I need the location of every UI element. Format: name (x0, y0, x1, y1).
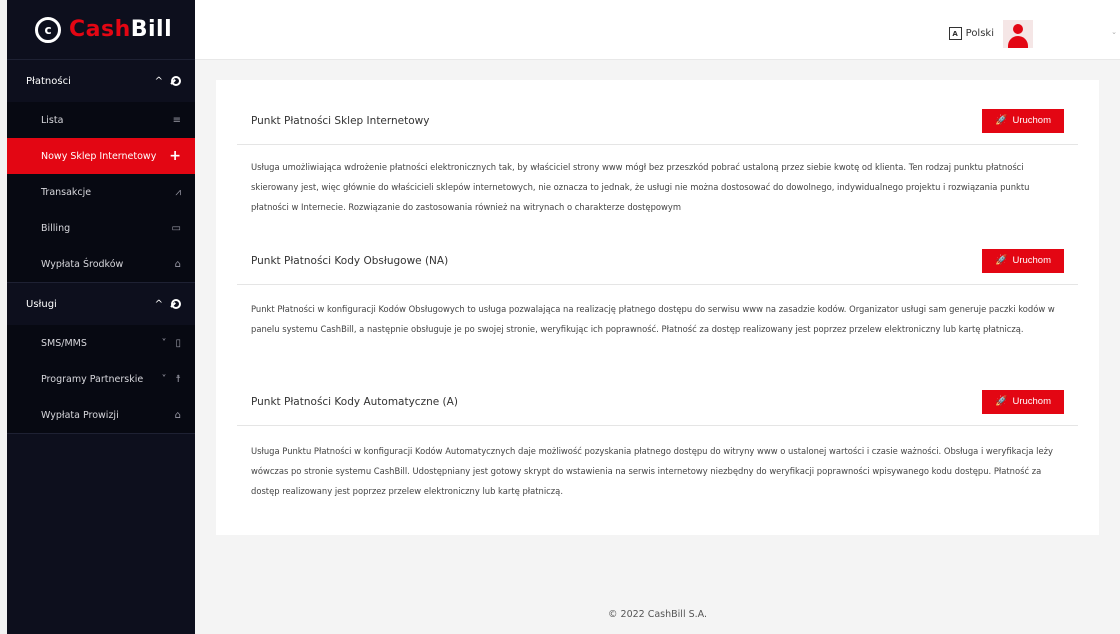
sidebar-item-label: Nowy Sklep Internetowy (41, 150, 157, 162)
avatar[interactable] (1003, 20, 1033, 48)
sidebar-item-label: SMS/MMS (41, 337, 87, 349)
cashbill-logo[interactable]: c CashBill (7, 0, 195, 60)
sidebar-item-label: Transakcje (41, 186, 92, 198)
rocket-icon: 🚀 (995, 396, 1008, 407)
panel-description: Usługa Punktu Płatności w konfiguracji K… (251, 446, 1053, 496)
footer-copyright: © 2022 CashBill S.A. (608, 609, 707, 620)
panel-title: Punkt Płatności Sklep Internetowy (251, 114, 430, 127)
panel-description: Punkt Płatności w konfiguracji Kodów Obs… (251, 304, 1055, 334)
sidebar-item-label: Wypłata Środków (41, 258, 124, 270)
section-services-label: Usługi (26, 298, 57, 310)
collapse-icon[interactable]: ^ (155, 76, 163, 87)
key-icon (171, 76, 181, 86)
plus-icon: + (169, 148, 181, 164)
sidebar-item-withdrawal[interactable]: Wypłata Środków ⌂ (7, 246, 195, 282)
section-services[interactable]: Usługi ^ (7, 283, 195, 325)
section-payments-label: Płatności (26, 75, 71, 87)
run-button[interactable]: 🚀 Uruchom (982, 248, 1064, 273)
person-icon: ☨ (175, 373, 181, 385)
sidebar-item-transactions[interactable]: Transakcje ⩘ (7, 174, 195, 210)
bank-icon: ⌂ (174, 258, 181, 270)
sidebar-item-commission-payout[interactable]: Wypłata Prowizji ⌂ (7, 397, 195, 433)
panel-header: Punkt Płatności Sklep Internetowy 🚀 Uruch… (237, 97, 1078, 145)
sidebar-item-list[interactable]: Lista ≡ (7, 102, 195, 138)
list-icon: ≡ (172, 114, 181, 126)
chevron-down-icon[interactable]: ⌄ (1111, 28, 1117, 36)
card-icon: ▭ (171, 222, 181, 234)
sidebar-item-billing[interactable]: Billing ▭ (7, 210, 195, 246)
panel-title: Punkt Płatności Kody Automatyczne (A) (251, 395, 458, 408)
bank-icon: ⌂ (174, 409, 181, 421)
language-selector[interactable]: A Polski (948, 27, 994, 40)
panel-header: Punkt Płatności Kody Automatyczne (A) 🚀 U… (237, 378, 1078, 426)
sidebar-item-label: Programy Partnerskie (41, 373, 144, 385)
language-label: Polski (965, 28, 994, 39)
run-button[interactable]: 🚀 Uruchom (982, 389, 1064, 414)
sidebar-item-new-shop[interactable]: Nowy Sklep Internetowy + (7, 138, 195, 174)
panel-header: Punkt Płatności Kody Obsługowe (NA) 🚀 Uru… (237, 237, 1078, 285)
sidebar: c CashBill Płatności ^ Lista ≡ Nowy Skle… (7, 0, 195, 634)
key-icon (171, 299, 181, 309)
panel-description: Usługa umożliwiająca wdrożenie płatności… (251, 162, 1030, 212)
collapse-icon[interactable]: ^ (155, 299, 163, 310)
run-button[interactable]: 🚀 Uruchom (982, 108, 1064, 133)
sidebar-item-sms-mms[interactable]: SMS/MMS ˅ ▯ (7, 325, 195, 361)
logo-text: CashBill (69, 17, 173, 42)
chevron-down-icon: ˅ (161, 337, 167, 349)
rocket-icon: 🚀 (995, 255, 1008, 266)
chart-icon: ⩘ (175, 186, 181, 198)
rocket-icon: 🚀 (995, 115, 1008, 126)
sidebar-item-partner-programs[interactable]: Programy Partnerskie ˅ ☨ (7, 361, 195, 397)
services-card: Punkt Płatności Sklep Internetowy 🚀 Uruch… (216, 80, 1099, 535)
topbar: A Polski ⌄ (195, 0, 1120, 60)
phone-icon: ▯ (175, 337, 181, 349)
sidebar-item-label: Billing (41, 222, 71, 234)
divider (7, 433, 195, 434)
panel-title: Punkt Płatności Kody Obsługowe (NA) (251, 254, 449, 267)
translate-icon: A (948, 27, 962, 40)
sidebar-item-label: Lista (41, 114, 64, 126)
chevron-down-icon: ˅ (161, 373, 167, 385)
main-content: Punkt Płatności Sklep Internetowy 🚀 Uruch… (195, 60, 1120, 634)
section-payments[interactable]: Płatności ^ (7, 60, 195, 102)
logo-mark: c (35, 16, 61, 43)
sidebar-item-label: Wypłata Prowizji (41, 409, 119, 421)
